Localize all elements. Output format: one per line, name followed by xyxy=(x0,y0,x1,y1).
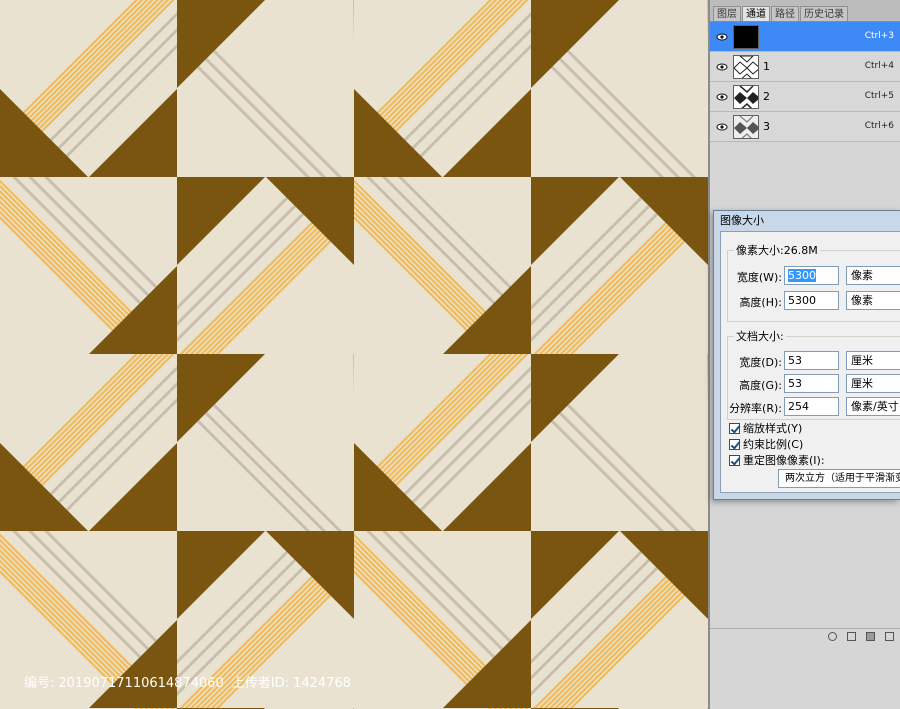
black-thumb-icon xyxy=(733,25,759,49)
image-canvas[interactable] xyxy=(0,0,708,709)
resample-checkbox[interactable]: 重定图像像素(I): xyxy=(729,454,825,470)
eye-icon[interactable] xyxy=(716,121,728,133)
doc-width-unit-select[interactable]: 厘米 xyxy=(846,351,900,370)
pixel-height-row: 高度(H): 5300 像素 xyxy=(728,291,900,311)
image-caption: 编号: 20190717110614874060 上传者ID: 1424768 xyxy=(0,670,708,698)
height-label: 高度(H): xyxy=(739,296,782,309)
checkbox-checked-icon[interactable] xyxy=(729,439,740,450)
pattern-thumb-icon xyxy=(733,115,759,139)
document-size-group: 文档大小: 宽度(D): 53 厘米 高度(G): 53 厘米 分辨率(R): … xyxy=(727,328,900,420)
checkbox-checked-icon[interactable] xyxy=(729,455,740,466)
width-unit-select[interactable]: 像素 xyxy=(846,266,900,285)
constrain-proportions-checkbox[interactable]: 约束比例(C) xyxy=(729,438,803,454)
height-input[interactable]: 5300 xyxy=(784,291,839,310)
channel-name: 1 xyxy=(763,60,770,73)
doc-height-label: 高度(G): xyxy=(739,379,782,392)
dialog-body: 像素大小:26.8M 宽度(W): 5300 像素 高度(H): 5300 像素… xyxy=(720,231,900,493)
tab-history[interactable]: 历史记录 xyxy=(800,6,848,21)
document-size-label: 文档大小: xyxy=(736,330,784,343)
channel-row-1[interactable]: 1 Ctrl+4 xyxy=(710,52,900,82)
checkbox-checked-icon[interactable] xyxy=(729,423,740,434)
resample-label: 重定图像像素(I): xyxy=(743,454,825,467)
channel-shortcut: Ctrl+4 xyxy=(864,61,894,71)
doc-height-row: 高度(G): 53 厘米 xyxy=(728,374,900,394)
height-unit-select[interactable]: 像素 xyxy=(846,291,900,310)
caption-id-label: 编号: xyxy=(24,676,55,691)
doc-width-input[interactable]: 53 xyxy=(784,351,839,370)
caption-uploader-value: 1424768 xyxy=(293,676,351,691)
resolution-label: 分辨率(R): xyxy=(729,402,782,415)
eye-icon[interactable] xyxy=(716,31,728,43)
doc-height-input[interactable]: 53 xyxy=(784,374,839,393)
doc-height-unit-select[interactable]: 厘米 xyxy=(846,374,900,393)
resolution-unit-select[interactable]: 像素/英寸 xyxy=(846,397,900,416)
resolution-input[interactable]: 254 xyxy=(784,397,839,416)
channel-name: 2 xyxy=(763,90,770,103)
channel-row-2[interactable]: 2 Ctrl+5 xyxy=(710,82,900,112)
constrain-label: 约束比例(C) xyxy=(743,438,804,451)
geometric-pattern xyxy=(0,0,708,709)
panel-footer xyxy=(710,628,900,644)
channel-row-composite[interactable]: Ctrl+3 xyxy=(710,22,900,52)
doc-width-row: 宽度(D): 53 厘米 xyxy=(728,351,900,371)
pixel-dimensions-group: 像素大小:26.8M 宽度(W): 5300 像素 高度(H): 5300 像素 xyxy=(727,242,900,322)
channel-row-3[interactable]: 3 Ctrl+6 xyxy=(710,112,900,142)
tab-channels[interactable]: 通道 xyxy=(742,6,770,21)
eye-icon[interactable] xyxy=(716,61,728,73)
tab-layers[interactable]: 图层 xyxy=(713,6,741,21)
channel-shortcut: Ctrl+3 xyxy=(864,31,894,41)
panel-tabs: 图层 通道 路径 历史记录 xyxy=(710,0,900,22)
pixel-dimensions-label: 像素大小:26.8M xyxy=(736,244,818,257)
scale-styles-label: 缩放样式(Y) xyxy=(743,422,803,435)
doc-width-label: 宽度(D): xyxy=(739,356,782,369)
new-channel-icon[interactable] xyxy=(866,632,875,641)
channel-shortcut: Ctrl+5 xyxy=(864,91,894,101)
eye-icon[interactable] xyxy=(716,91,728,103)
delete-channel-icon[interactable] xyxy=(885,632,894,641)
pattern-thumb-icon xyxy=(733,85,759,109)
caption-uploader-label: 上传者ID: xyxy=(231,676,290,691)
load-channel-selection-icon[interactable] xyxy=(828,632,837,641)
pixel-width-row: 宽度(W): 5300 像素 xyxy=(728,266,900,286)
caption-id-value: 20190717110614874060 xyxy=(58,676,224,691)
channel-list: Ctrl+3 1 Ctrl+4 2 Ctrl+5 3 Ctrl+6 xyxy=(710,22,900,142)
resample-method-select[interactable]: 两次立方（适用于平滑渐变 xyxy=(778,469,900,488)
channel-name: 3 xyxy=(763,120,770,133)
width-label: 宽度(W): xyxy=(736,271,782,284)
pattern-thumb-icon xyxy=(733,55,759,79)
resolution-row: 分辨率(R): 254 像素/英寸 xyxy=(728,397,900,417)
scale-styles-checkbox[interactable]: 缩放样式(Y) xyxy=(729,422,802,438)
save-selection-icon[interactable] xyxy=(847,632,856,641)
image-size-dialog: 图像大小 像素大小:26.8M 宽度(W): 5300 像素 高度(H): 53… xyxy=(713,210,900,500)
dialog-title[interactable]: 图像大小 xyxy=(714,211,900,231)
channel-shortcut: Ctrl+6 xyxy=(864,121,894,131)
tab-paths[interactable]: 路径 xyxy=(771,6,799,21)
width-input[interactable]: 5300 xyxy=(784,266,839,285)
